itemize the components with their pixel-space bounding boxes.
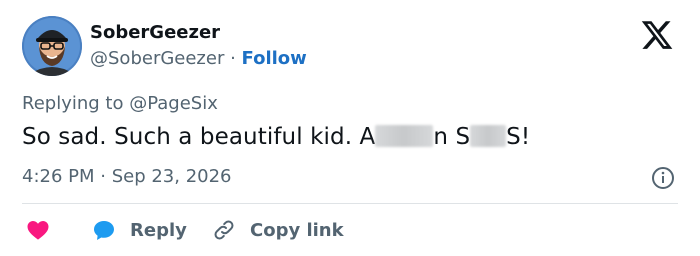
copy-link-button[interactable]: Copy link (212, 214, 344, 246)
display-name[interactable]: SoberGeezer (90, 22, 220, 43)
tweet-text-part-3: S! (506, 124, 531, 150)
x-logo-icon[interactable] (640, 18, 674, 52)
avatar[interactable] (22, 16, 82, 76)
tweet-text-part-1: So sad. Such a beautiful kid. A (22, 124, 376, 150)
heart-icon (27, 221, 49, 240)
tweet-timestamp[interactable]: 4:26 PM · Sep 23, 2026 (22, 166, 232, 187)
replying-to-line: Replying to @PageSix (22, 93, 218, 114)
tweet-text: So sad. Such a beautiful kid. A n S S! (22, 124, 530, 150)
mention-link[interactable]: @PageSix (129, 93, 218, 114)
like-button[interactable] (26, 214, 50, 246)
reply-label: Reply (130, 219, 187, 241)
divider (22, 203, 678, 204)
reply-button[interactable]: Reply (92, 214, 187, 246)
redacted-word-2 (470, 124, 507, 147)
info-icon[interactable] (651, 166, 675, 190)
follow-button[interactable]: Follow (242, 48, 307, 69)
handle-separator: · (224, 48, 242, 69)
tweet-text-part-2: n S (433, 124, 471, 150)
avatar-cartoon-bearded-man-icon (22, 16, 82, 76)
copy-link-label: Copy link (250, 219, 344, 241)
action-bar: Reply Copy link (22, 214, 682, 246)
speech-bubble-icon (94, 221, 114, 240)
replying-to-label: Replying to (22, 93, 130, 114)
user-handle[interactable]: @SoberGeezer (90, 48, 224, 69)
handle-row: @SoberGeezer · Follow (90, 48, 307, 69)
redacted-word-1 (375, 124, 434, 147)
link-icon (214, 220, 234, 240)
